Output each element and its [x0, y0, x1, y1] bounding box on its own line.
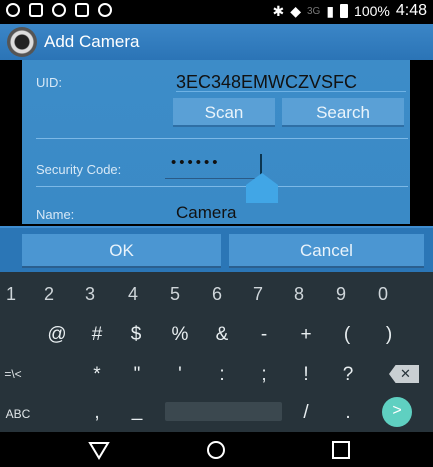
notification-icon [6, 3, 20, 17]
battery-icon [340, 4, 349, 18]
backspace-icon: ✕ [400, 366, 411, 381]
key-colon[interactable]: : [213, 364, 231, 386]
notification-icons [6, 3, 112, 17]
security-code-label: Security Code: [36, 162, 122, 177]
key-0[interactable]: 0 [372, 284, 394, 305]
network-type: 3G [306, 5, 321, 17]
soft-keyboard: 1 2 3 4 5 6 7 8 9 0 @ # $ % & - + ( ) =\… [0, 272, 433, 432]
key-plus[interactable]: + [296, 324, 316, 346]
uid-input[interactable]: 3EC348EMWCZVSFC [176, 72, 404, 93]
navigation-bar [0, 432, 433, 467]
scan-button[interactable]: Scan [173, 98, 275, 127]
key-single-quote[interactable]: ' [171, 364, 189, 386]
bluetooth-icon: ✱ [272, 2, 285, 19]
dialog-actions: OK Cancel [0, 226, 433, 272]
key-question[interactable]: ? [339, 364, 357, 386]
wifi-icon: ◆ [290, 2, 301, 19]
text-selection-handle[interactable] [246, 173, 278, 203]
key-6[interactable]: 6 [206, 284, 228, 305]
recents-icon[interactable] [330, 439, 352, 461]
key-semicolon[interactable]: ; [255, 364, 273, 386]
key-close-paren[interactable]: ) [380, 324, 398, 346]
key-2[interactable]: 2 [38, 284, 60, 305]
key-asterisk[interactable]: * [88, 364, 106, 386]
app-bar: Add Camera [0, 24, 433, 60]
camera-app-icon [7, 27, 37, 57]
key-open-paren[interactable]: ( [338, 324, 356, 346]
uid-label: UID: [36, 75, 62, 90]
home-icon[interactable] [205, 439, 227, 461]
backspace-key[interactable]: ✕ [389, 365, 419, 383]
system-icons: ✱ ◆ 3G ▮ 100% 4:48 [272, 2, 427, 20]
key-8[interactable]: 8 [288, 284, 310, 305]
go-key[interactable]: > [382, 397, 412, 427]
key-double-quote[interactable]: " [128, 364, 146, 386]
ok-button[interactable]: OK [22, 234, 221, 268]
chevron-right-icon: > [392, 402, 402, 419]
space-key[interactable] [165, 402, 282, 421]
key-percent[interactable]: % [170, 324, 190, 346]
key-period[interactable]: . [339, 402, 357, 424]
uid-underline [176, 91, 406, 92]
key-exclamation[interactable]: ! [297, 364, 315, 386]
key-4[interactable]: 4 [122, 284, 144, 305]
back-icon[interactable] [88, 439, 110, 461]
key-hash[interactable]: # [88, 324, 106, 346]
key-comma[interactable]: , [88, 402, 106, 424]
add-camera-form: UID: 3EC348EMWCZVSFC Scan Search Securit… [22, 60, 410, 224]
key-slash[interactable]: / [297, 402, 315, 424]
search-button[interactable]: Search [282, 98, 404, 127]
key-minus[interactable]: - [255, 324, 273, 346]
security-code-value: •••••• [171, 154, 221, 171]
key-underscore[interactable]: _ [128, 400, 146, 422]
status-bar: ✱ ◆ 3G ▮ 100% 4:48 [0, 0, 433, 24]
name-input[interactable]: Camera [176, 203, 236, 223]
page-title: Add Camera [44, 32, 140, 51]
key-5[interactable]: 5 [164, 284, 186, 305]
message-icon [75, 3, 89, 17]
battery-level: 100% [354, 3, 390, 19]
abc-key[interactable]: ABC [0, 407, 36, 421]
signal-icon: ▮ [326, 2, 335, 19]
key-3[interactable]: 3 [79, 284, 101, 305]
name-label: Name: [36, 207, 75, 222]
key-dollar[interactable]: $ [127, 324, 145, 346]
divider [36, 186, 408, 187]
settings-icon [98, 3, 112, 17]
key-more-symbols[interactable]: =\< [0, 367, 26, 381]
key-1[interactable]: 1 [0, 284, 22, 305]
cancel-button[interactable]: Cancel [229, 234, 424, 268]
image-icon [29, 3, 43, 17]
key-at[interactable]: @ [46, 324, 68, 346]
divider [36, 138, 408, 139]
clock: 4:48 [395, 2, 427, 19]
key-9[interactable]: 9 [330, 284, 352, 305]
whatsapp-icon [52, 3, 66, 17]
key-7[interactable]: 7 [247, 284, 269, 305]
key-ampersand[interactable]: & [212, 324, 232, 346]
